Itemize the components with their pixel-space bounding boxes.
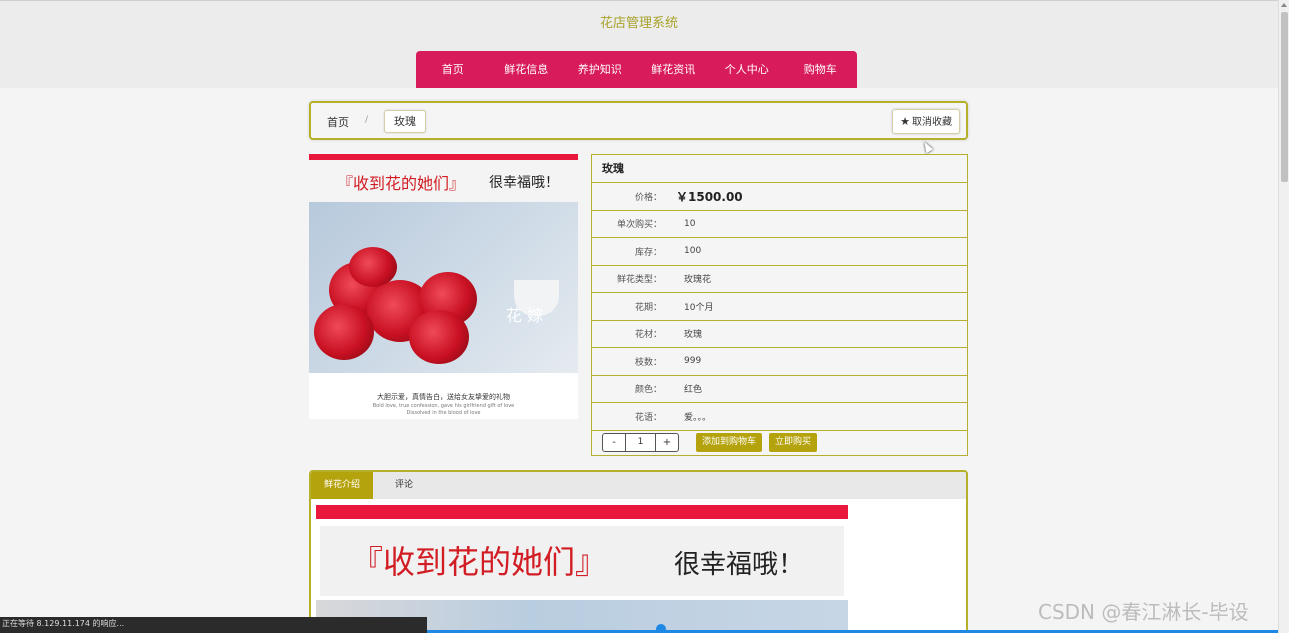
scrollbar-thumb[interactable] [1281,12,1288,182]
detail-panel: 鲜花介绍 评论 『收到花的她们』 很幸福哦！ [309,470,968,633]
field-label: 颜色： [634,385,662,396]
detail-banner-title: 『收到花的她们』 [351,543,608,581]
info-row-flower-language: 花语： 爱。。。 [592,403,967,431]
rose-shape [314,304,374,360]
browser-status-bar: 正在等待 8.129.11.174 的响应... [0,617,427,633]
image-brand: 花 嫁 [506,306,544,325]
field-value: 999 [684,356,702,367]
info-row-flowering-period: 花期： 10个月 [592,293,967,321]
field-value: 红色 [684,385,703,396]
field-value: 玫瑰 [684,330,703,341]
main-nav: 首页 鲜花信息 养护知识 鲜花资讯 个人中心 购物车 [416,51,857,88]
decrement-button[interactable]: - [603,434,625,451]
product-info-table: 玫瑰 价格： ￥1500.00 单次购买： 10 库存： 100 鲜花类型： 玫… [591,154,968,456]
unfavorite-label: 取消收藏 [912,117,952,128]
quantity-stepper: - 1 + [602,433,679,452]
unfavorite-button[interactable]: ★ 取消收藏 [892,109,960,134]
nav-item-flower-info[interactable]: 鲜花信息 [490,51,564,88]
breadcrumb-home-link[interactable]: 首页 [327,114,349,130]
field-label: 鲜花类型： [616,275,662,286]
product-name: 玫瑰 [592,155,967,183]
tab-flower-intro[interactable]: 鲜花介绍 [311,472,373,499]
field-value: 爱。。。 [684,412,712,423]
info-row-material: 花材： 玫瑰 [592,321,967,348]
tab-comments[interactable]: 评论 [373,472,435,499]
nav-item-cart[interactable]: 购物车 [784,51,858,88]
field-label: 花期： [634,302,662,313]
field-value: 10个月 [684,302,714,313]
image-title: 『收到花的她们』 [337,174,466,193]
nav-item-care-knowledge[interactable]: 养护知识 [563,51,637,88]
buy-now-button[interactable]: 立即购买 [769,433,818,452]
detail-banner-subtitle: 很幸福哦！ [674,550,805,580]
field-label: 花材： [634,330,662,341]
add-to-cart-button[interactable]: 添加到购物车 [696,433,763,452]
rose-photo: 花 嫁 [309,202,578,373]
rose-shape [349,247,397,287]
image-caption: 大胆示爱，真情告白，送给女友挚爱的礼物 [377,393,510,401]
price-value: ￥1500.00 [676,189,743,204]
field-label: 库存： [634,247,662,258]
field-label: 枝数： [634,357,662,368]
breadcrumb-separator: / [365,115,369,125]
info-row-single-purchase: 单次购买： 10 [592,211,967,238]
watermark: CSDN @春江淋长-毕设 [1038,600,1249,624]
nav-item-home[interactable]: 首页 [416,51,490,88]
info-row-stock: 库存： 100 [592,238,967,266]
info-row-flower-type: 鲜花类型： 玫瑰花 [592,266,967,293]
field-label: 花语： [634,412,662,423]
quantity-input[interactable]: 1 [625,434,656,451]
image-subtitle: 很幸福哦！ [489,175,559,191]
detail-tabs: 鲜花介绍 评论 [311,472,966,499]
product-image: 『收到花的她们』 很幸福哦！ 花 嫁 大胆示爱，真情告白，送给女友挚爱的礼物 B… [309,154,578,419]
star-icon: ★ [900,115,910,128]
field-label: 单次购买： [616,220,662,231]
scroll-up-arrow-icon[interactable] [1281,3,1287,7]
field-value: 10 [684,218,696,229]
field-value: 玫瑰花 [684,275,712,286]
image-caption-en-2: Dissolved in the blood of love [406,410,481,416]
loading-dot [656,624,666,633]
rose-shape [409,310,469,364]
detail-red-bar [316,505,848,519]
info-row-color: 颜色： 红色 [592,376,967,403]
breadcrumb-current: 玫瑰 [384,110,426,133]
info-row-stem-count: 枝数： 999 [592,348,967,376]
site-title: 花店管理系统 [599,16,678,31]
field-value: 100 [684,246,702,257]
nav-item-personal-center[interactable]: 个人中心 [710,51,784,88]
vertical-scrollbar[interactable] [1278,0,1289,633]
price-label: 价格： [634,192,662,203]
breadcrumb: 首页 / 玫瑰 ★ 取消收藏 [309,101,968,140]
mouse-cursor-icon [920,139,934,154]
image-caption-en-1: Bold love, true confession, gave his gir… [372,403,515,409]
increment-button[interactable]: + [656,434,678,451]
purchase-row: - 1 + 添加到购物车 立即购买 [592,431,967,455]
nav-item-flower-news[interactable]: 鲜花资讯 [637,51,711,88]
info-row-price: 价格： ￥1500.00 [592,183,967,211]
